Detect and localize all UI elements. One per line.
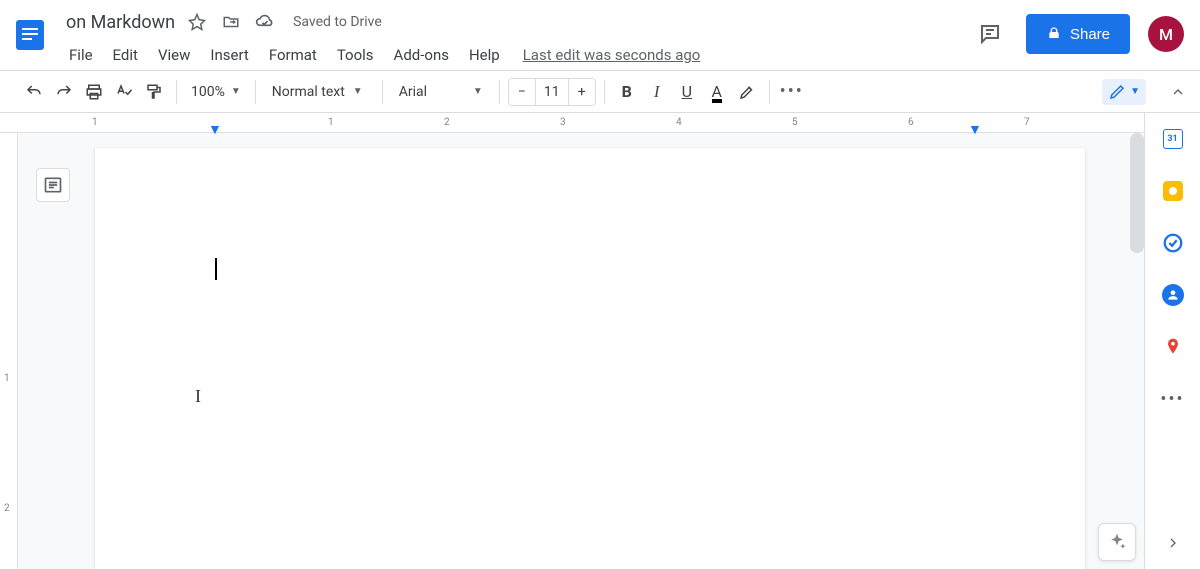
caret-icon: ▼ (353, 86, 363, 97)
menu-help[interactable]: Help (460, 42, 509, 68)
text-cursor (215, 258, 217, 280)
ruler-tick: 1 (328, 117, 334, 128)
menu-edit[interactable]: Edit (104, 42, 147, 68)
doc-title[interactable]: on Markdown (62, 10, 179, 35)
menu-file[interactable]: File (60, 42, 102, 68)
zoom-select[interactable]: 100% ▼ (185, 84, 247, 100)
vertical-scrollbar[interactable] (1130, 133, 1144, 253)
workspace: 1 ▼ 1 2 3 4 5 6 ▼ 7 1 2 I 31 (0, 113, 1200, 569)
title-row: on Markdown Saved to Drive (58, 8, 700, 36)
outline-toggle-icon[interactable] (36, 168, 70, 202)
toolbar: 100% ▼ Normal text ▼ Arial ▼ − 11 + B I … (0, 70, 1200, 113)
font-size-input[interactable]: 11 (535, 79, 569, 105)
tasks-icon[interactable] (1161, 231, 1185, 255)
star-icon[interactable] (185, 10, 209, 34)
title-area: on Markdown Saved to Drive File Edit Vie… (58, 8, 700, 68)
indent-marker-right-icon[interactable]: ▼ (968, 121, 982, 138)
print-icon[interactable] (80, 78, 108, 106)
editing-mode-button[interactable]: ▼ (1102, 79, 1146, 105)
explore-button[interactable] (1098, 523, 1136, 561)
keep-icon[interactable] (1161, 179, 1185, 203)
redo-icon[interactable] (50, 78, 78, 106)
highlight-button[interactable] (733, 78, 761, 106)
menu-bar: File Edit View Insert Format Tools Add-o… (58, 40, 700, 68)
document-page[interactable]: I (95, 148, 1085, 569)
save-status: Saved to Drive (293, 14, 382, 30)
indent-marker-left-icon[interactable]: ▼ (208, 121, 222, 138)
separator (604, 80, 605, 104)
menu-addons[interactable]: Add-ons (385, 42, 458, 68)
zoom-value: 100% (191, 84, 225, 100)
font-select[interactable]: Arial ▼ (391, 84, 491, 100)
ruler-tick: 1 (4, 373, 10, 384)
calendar-icon[interactable]: 31 (1161, 127, 1185, 151)
canvas-area: 1 ▼ 1 2 3 4 5 6 ▼ 7 1 2 I (0, 113, 1144, 569)
style-value: Normal text (272, 84, 345, 100)
undo-icon[interactable] (20, 78, 48, 106)
separator (382, 80, 383, 104)
menu-format[interactable]: Format (260, 42, 326, 68)
menu-tools[interactable]: Tools (328, 42, 383, 68)
collapse-toolbar-icon[interactable] (1164, 78, 1192, 106)
font-value: Arial (399, 84, 427, 100)
share-label: Share (1070, 26, 1110, 43)
horizontal-ruler[interactable]: 1 ▼ 1 2 3 4 5 6 ▼ 7 (0, 113, 1144, 133)
side-panel: 31 ••• (1144, 113, 1200, 569)
separator (769, 80, 770, 104)
separator (255, 80, 256, 104)
ibeam-cursor-icon: I (195, 386, 201, 407)
menu-insert[interactable]: Insert (201, 42, 257, 68)
separator (499, 80, 500, 104)
caret-icon: ▼ (1130, 86, 1140, 97)
comment-history-icon[interactable] (972, 16, 1008, 52)
maps-icon[interactable] (1161, 335, 1185, 359)
increase-font-button[interactable]: + (569, 79, 595, 105)
ruler-tick: 2 (4, 503, 10, 514)
move-icon[interactable] (219, 10, 243, 34)
underline-button[interactable]: U (673, 78, 701, 106)
ruler-tick: 1 (92, 117, 98, 128)
title-icons: Saved to Drive (185, 10, 382, 34)
ruler-tick: 7 (1024, 117, 1030, 128)
header: on Markdown Saved to Drive File Edit Vie… (0, 0, 1200, 70)
paint-format-icon[interactable] (140, 78, 168, 106)
bold-button[interactable]: B (613, 78, 641, 106)
caret-icon: ▼ (231, 86, 241, 97)
user-avatar[interactable]: M (1148, 16, 1184, 52)
vertical-ruler[interactable]: 1 2 (0, 133, 18, 569)
addons-more-icon[interactable]: ••• (1161, 387, 1185, 411)
expand-sidepanel-icon[interactable] (1161, 531, 1185, 555)
font-size-group: − 11 + (508, 78, 596, 106)
last-edit-link[interactable]: Last edit was seconds ago (523, 46, 701, 64)
more-tools-button[interactable]: ••• (778, 78, 806, 106)
cloud-save-icon[interactable] (253, 10, 277, 34)
style-select[interactable]: Normal text ▼ (264, 84, 374, 100)
contacts-icon[interactable] (1161, 283, 1185, 307)
separator (176, 80, 177, 104)
ruler-tick: 3 (560, 117, 566, 128)
ruler-tick: 4 (676, 117, 682, 128)
caret-icon: ▼ (473, 86, 483, 97)
spellcheck-icon[interactable] (110, 78, 138, 106)
menu-view[interactable]: View (149, 42, 199, 68)
share-button[interactable]: Share (1026, 14, 1130, 54)
ruler-tick: 2 (444, 117, 450, 128)
ruler-tick: 5 (792, 117, 798, 128)
decrease-font-button[interactable]: − (509, 79, 535, 105)
text-color-button[interactable]: A (703, 78, 731, 106)
docs-logo[interactable] (10, 8, 50, 62)
italic-button[interactable]: I (643, 78, 671, 106)
header-right: Share M (972, 8, 1188, 54)
ruler-tick: 6 (908, 117, 914, 128)
